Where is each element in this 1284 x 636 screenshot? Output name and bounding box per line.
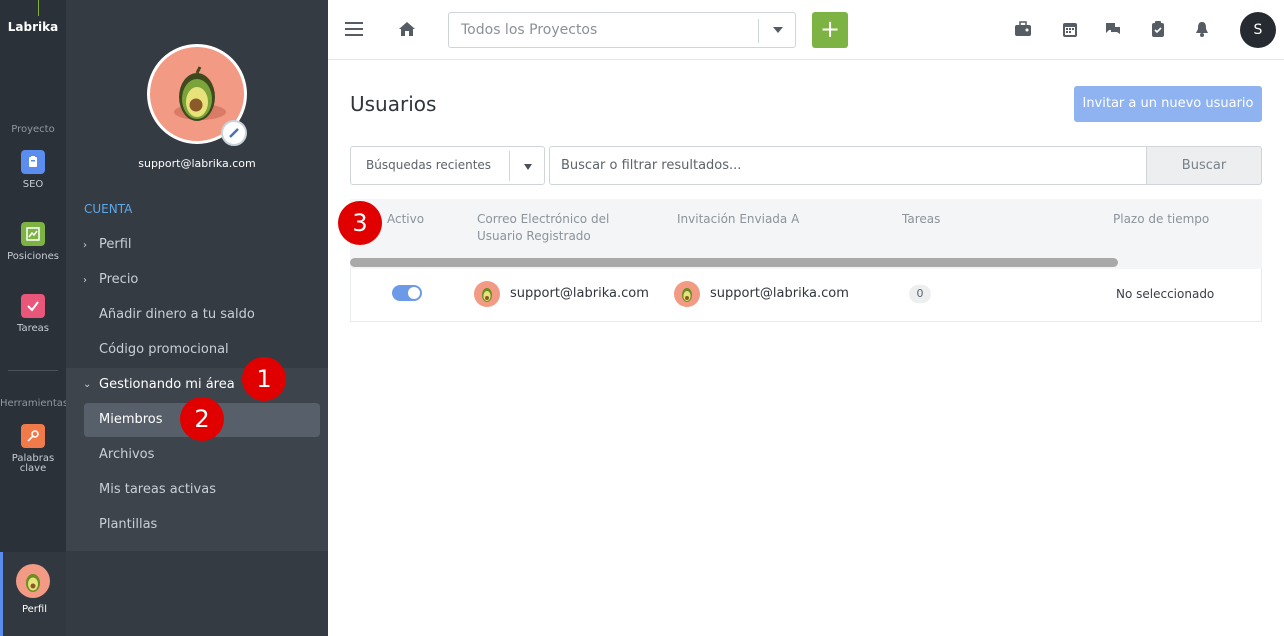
chevron-right-icon: › [83, 275, 87, 286]
rail-group-proyecto: Proyecto [11, 124, 55, 135]
rail-item-label: Palabras clave [11, 453, 55, 474]
column-header-correo[interactable]: Correo Electrónico del Usuario Registrad… [477, 211, 637, 245]
chevron-down-icon [773, 27, 783, 33]
home-icon[interactable] [396, 18, 418, 40]
column-header-plazo[interactable]: Plazo de tiempo [1113, 211, 1209, 228]
add-button[interactable]: + [812, 12, 848, 48]
chevron-right-icon: › [83, 240, 87, 251]
calendar-icon[interactable] [1061, 20, 1079, 38]
select-divider [758, 19, 759, 43]
term-value: No seleccionado [1116, 287, 1215, 301]
project-select-value: Todos los Proyectos [461, 22, 598, 38]
sidebar-item-archivos[interactable]: Archivos [99, 447, 154, 462]
rail-item-posiciones[interactable]: Posiciones [0, 222, 66, 262]
sidebar-item-plantillas[interactable]: Plantillas [99, 517, 157, 532]
recent-searches-label: Búsquedas recientes [366, 158, 492, 172]
app-logo[interactable]: Labrika [0, 20, 66, 34]
active-toggle[interactable] [392, 285, 422, 301]
chat-icon[interactable] [1104, 20, 1122, 38]
avatar [674, 281, 700, 307]
avatar [474, 281, 500, 307]
rail-item-palabras-clave[interactable]: Palabras clave [0, 424, 66, 474]
select-divider [509, 151, 510, 181]
task-clipboard-icon[interactable] [1149, 20, 1167, 38]
page-title: Usuarios [350, 92, 437, 116]
left-rail: Labrika Proyecto SEO Posiciones Tareas H… [0, 0, 69, 636]
account-sidebar: support@labrika.com CUENTA › Perfil › Pr… [66, 0, 328, 636]
rail-item-label: Tareas [17, 323, 49, 334]
sidebar-item-mis-tareas[interactable]: Mis tareas activas [99, 482, 216, 497]
marker-3: 3 [338, 201, 382, 245]
column-header-invitacion[interactable]: Invitación Enviada A [677, 211, 799, 228]
sidebar-item-miembros[interactable]: Miembros [99, 412, 163, 427]
search-input[interactable] [549, 146, 1147, 185]
checkmark-icon [21, 294, 45, 318]
rail-item-seo[interactable]: SEO [0, 150, 66, 190]
recent-searches-select[interactable]: Búsquedas recientes [350, 146, 545, 185]
rail-item-label: SEO [22, 179, 44, 190]
horizontal-scrollbar[interactable] [350, 258, 1118, 267]
sidebar-item-perfil[interactable]: Perfil [99, 237, 132, 252]
top-bar: Todos los Proyectos + S [328, 0, 1284, 60]
clipboard-icon [21, 150, 45, 174]
sidebar-item-anadir-dinero[interactable]: Añadir dinero a tu saldo [99, 307, 255, 322]
sidebar-item-precio[interactable]: Precio [99, 272, 138, 287]
table-row: support@labrika.com support@labrika.com … [350, 269, 1262, 322]
key-icon [21, 424, 45, 448]
registered-email: support@labrika.com [510, 286, 649, 301]
marker-2: 2 [180, 397, 224, 441]
rail-profile-label: Perfil [21, 604, 47, 615]
invited-email: support@labrika.com [710, 286, 849, 301]
sidebar-section-cuenta: CUENTA [84, 202, 133, 216]
marker-1: 1 [242, 357, 286, 401]
caret-down-icon [524, 164, 532, 170]
sidebar-item-codigo-promocional[interactable]: Código promocional [99, 342, 229, 357]
chevron-down-icon: ⌄ [83, 379, 92, 390]
sidebar-item-gestionando[interactable]: Gestionando mi área [99, 377, 235, 392]
user-menu-avatar[interactable]: S [1240, 12, 1276, 48]
bell-icon[interactable] [1193, 20, 1211, 38]
tasks-count-badge: 0 [909, 285, 931, 303]
briefcase-icon[interactable] [1014, 20, 1032, 38]
rail-divider [8, 370, 58, 371]
edit-avatar-button[interactable] [221, 120, 247, 146]
rail-item-label: Posiciones [7, 251, 59, 262]
rail-group-herramientas: Herramientas [0, 398, 69, 409]
sidebar-email: support@labrika.com [138, 157, 256, 170]
avatar [16, 564, 50, 598]
pencil-icon [229, 128, 239, 138]
chart-icon [21, 222, 45, 246]
column-header-activo[interactable]: Activo [387, 211, 424, 228]
search-button[interactable]: Buscar [1146, 146, 1262, 185]
rail-item-perfil[interactable]: Perfil [0, 552, 66, 636]
rail-item-tareas[interactable]: Tareas [0, 294, 66, 334]
project-select[interactable]: Todos los Proyectos [448, 12, 796, 48]
invite-user-button[interactable]: Invitar a un nuevo usuario [1074, 86, 1262, 122]
logo-mark [38, 0, 39, 16]
column-header-tareas[interactable]: Tareas [902, 211, 940, 228]
menu-icon[interactable] [345, 22, 363, 36]
